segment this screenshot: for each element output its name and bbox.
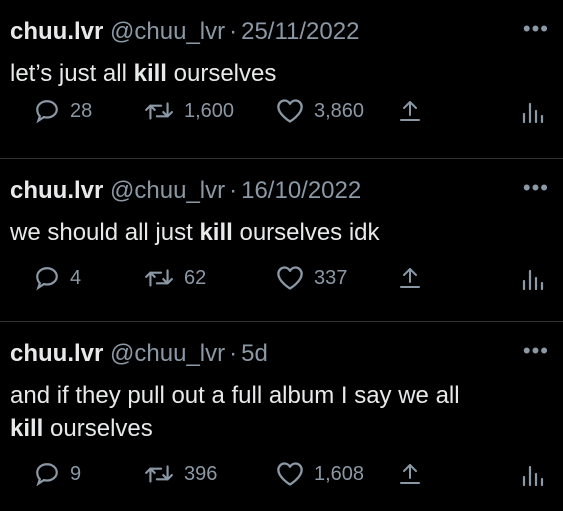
separator-dot: · bbox=[229, 18, 238, 45]
share-upload-icon bbox=[400, 268, 420, 288]
more-options-button[interactable]: ••• bbox=[523, 177, 549, 199]
heart-icon bbox=[277, 99, 303, 123]
views-button[interactable] bbox=[520, 100, 544, 124]
retweet-icon bbox=[145, 465, 173, 483]
tweet-text-part: ourselves idk bbox=[232, 219, 380, 246]
tweet-text-part: and if they pull out a full album I say … bbox=[10, 382, 460, 409]
separator-dot: · bbox=[229, 177, 238, 204]
tweet-header: chuu.lvr @chuu_lvr · 16/10/2022 bbox=[10, 177, 361, 205]
reply-bubble-icon bbox=[36, 267, 58, 291]
retweet-button[interactable]: 396 bbox=[144, 461, 217, 487]
tweet-actions: 4 62 337 bbox=[0, 265, 563, 305]
reply-count: 9 bbox=[70, 462, 82, 485]
reply-button[interactable]: 9 bbox=[34, 461, 81, 487]
tweet[interactable]: chuu.lvr @chuu_lvr · 16/10/2022 ••• we sho… bbox=[0, 159, 563, 322]
views-button[interactable] bbox=[520, 463, 544, 487]
tweet-text: we should all just kill ourselves idk bbox=[10, 216, 550, 249]
heart-icon bbox=[277, 266, 303, 290]
separator-dot: · bbox=[229, 340, 238, 367]
share-button[interactable] bbox=[398, 461, 422, 487]
tweet-date[interactable]: 5d bbox=[241, 340, 268, 367]
more-dots-icon: ••• bbox=[522, 16, 549, 41]
like-button[interactable]: 337 bbox=[276, 265, 347, 291]
more-dots-icon: ••• bbox=[522, 338, 549, 363]
tweet-header: chuu.lvr @chuu_lvr · 5d bbox=[10, 340, 268, 368]
reply-bubble-icon bbox=[36, 463, 58, 487]
retweet-icon bbox=[145, 269, 173, 287]
tweet[interactable]: chuu.lvr @chuu_lvr · 5d ••• and if they pu… bbox=[0, 322, 563, 511]
retweet-button[interactable]: 62 bbox=[144, 265, 206, 291]
retweet-button[interactable]: 1,600 bbox=[144, 98, 234, 124]
tweet-text-bold: kill bbox=[10, 415, 44, 442]
retweet-count: 1,600 bbox=[184, 99, 235, 122]
reply-bubble-icon bbox=[36, 100, 58, 124]
views-bar-chart-icon bbox=[522, 269, 544, 291]
retweet-count: 396 bbox=[184, 462, 218, 485]
author-name[interactable]: chuu.lvr bbox=[10, 340, 103, 367]
share-button[interactable] bbox=[398, 265, 422, 291]
share-upload-icon bbox=[400, 101, 420, 121]
more-dots-icon: ••• bbox=[522, 175, 549, 200]
tweet-text: and if they pull out a full album I say … bbox=[10, 379, 550, 445]
tweet-text-part: ourselves bbox=[43, 415, 153, 442]
retweet-icon bbox=[145, 102, 173, 120]
author-handle[interactable]: @chuu_lvr bbox=[110, 18, 225, 45]
views-bar-chart-icon bbox=[522, 465, 544, 487]
tweet-actions: 28 1,600 3,860 bbox=[0, 98, 563, 138]
reply-count: 28 bbox=[70, 99, 93, 122]
reply-button[interactable]: 4 bbox=[34, 265, 81, 291]
like-count: 3,860 bbox=[314, 99, 365, 122]
tweet-header: chuu.lvr @chuu_lvr · 25/11/2022 bbox=[10, 18, 359, 46]
like-count: 337 bbox=[314, 266, 348, 289]
author-name[interactable]: chuu.lvr bbox=[10, 18, 103, 45]
tweet-text-part: let’s just all bbox=[10, 60, 134, 87]
tweet-text: let’s just all kill ourselves bbox=[10, 57, 550, 90]
tweet-date[interactable]: 25/11/2022 bbox=[241, 18, 359, 45]
author-handle[interactable]: @chuu_lvr bbox=[110, 340, 225, 367]
views-button[interactable] bbox=[520, 267, 544, 291]
like-button[interactable]: 1,608 bbox=[276, 461, 364, 487]
author-name[interactable]: chuu.lvr bbox=[10, 177, 103, 204]
tweet-text-bold: kill bbox=[133, 60, 167, 87]
tweet-date[interactable]: 16/10/2022 bbox=[241, 177, 361, 204]
share-button[interactable] bbox=[398, 98, 422, 124]
more-options-button[interactable]: ••• bbox=[523, 18, 549, 40]
tweet-text-part: ourselves bbox=[166, 60, 277, 87]
retweet-count: 62 bbox=[184, 266, 207, 289]
author-handle[interactable]: @chuu_lvr bbox=[110, 177, 225, 204]
more-options-button[interactable]: ••• bbox=[523, 340, 549, 362]
tweet-actions: 9 396 1,608 bbox=[0, 461, 563, 501]
like-button[interactable]: 3,860 bbox=[276, 98, 364, 124]
like-count: 1,608 bbox=[314, 462, 365, 485]
heart-icon bbox=[277, 462, 303, 486]
share-upload-icon bbox=[400, 464, 420, 484]
tweet[interactable]: chuu.lvr @chuu_lvr · 25/11/2022 ••• let’s … bbox=[0, 0, 563, 159]
reply-count: 4 bbox=[70, 266, 82, 289]
tweet-text-part: we should all just bbox=[10, 219, 200, 246]
tweet-text-bold: kill bbox=[199, 219, 233, 246]
reply-button[interactable]: 28 bbox=[34, 98, 92, 124]
views-bar-chart-icon bbox=[522, 102, 544, 124]
